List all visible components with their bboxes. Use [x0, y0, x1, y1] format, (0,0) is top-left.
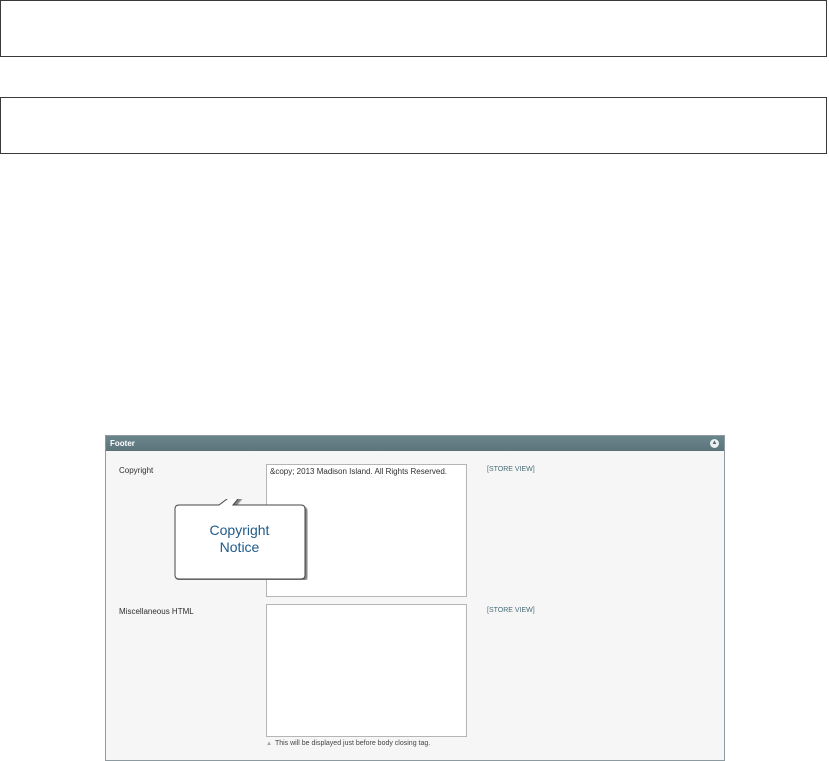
callout-text: Copyright Notice [171, 522, 308, 556]
misc-html-label: Miscellaneous HTML [119, 607, 194, 616]
note-triangle-icon: ▲ [266, 741, 272, 747]
panel-title: Footer [110, 439, 135, 448]
callout-line-1: Copyright [209, 522, 270, 538]
empty-frame-middle [0, 97, 827, 154]
panel-header[interactable]: Footer ▲ [106, 436, 724, 451]
misc-html-scope-label: [STORE VIEW] [487, 607, 535, 614]
chevron-up-icon[interactable]: ▲ [710, 439, 719, 448]
footer-config-panel: Footer ▲ Copyright [STORE VIEW] Miscella… [105, 435, 725, 761]
callout-line-2: Notice [219, 539, 260, 555]
page: Footer ▲ Copyright [STORE VIEW] Miscella… [0, 0, 829, 761]
misc-html-note: ▲ This will be displayed just before body… [266, 740, 430, 747]
empty-frame-top [0, 0, 827, 57]
misc-html-textarea[interactable] [266, 604, 467, 737]
misc-html-note-text: This will be displayed just before body … [274, 740, 431, 747]
copyright-scope-label: [STORE VIEW] [487, 466, 535, 473]
copyright-label: Copyright [119, 466, 154, 475]
